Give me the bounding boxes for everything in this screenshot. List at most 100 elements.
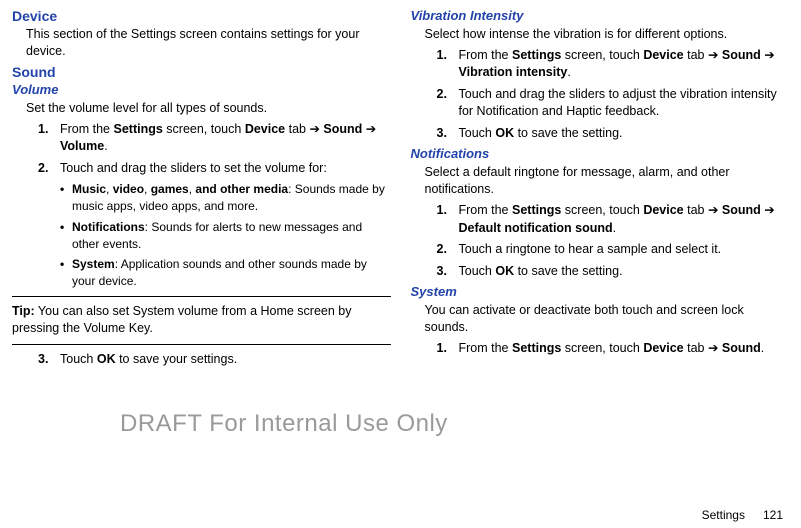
text: . [761, 341, 764, 355]
step-content: Touch OK to save the setting. [459, 125, 790, 143]
notif-step-3: 3. Touch OK to save the setting. [437, 263, 790, 281]
page-container: Device This section of the Settings scre… [12, 8, 789, 372]
divider [12, 296, 391, 297]
text: : Application sounds and other sounds ma… [72, 257, 367, 288]
bold: and other media [195, 182, 288, 196]
text: . [613, 221, 616, 235]
tip-label: Tip: [12, 304, 35, 318]
step-content: From the Settings screen, touch Device t… [60, 121, 391, 156]
step-content: Touch and drag the sliders to set the vo… [60, 160, 391, 178]
device-description: This section of the Settings screen cont… [26, 26, 391, 60]
bold-sound: Sound [718, 341, 760, 355]
step-content: Touch OK to save your settings. [60, 351, 391, 369]
bold: Notifications [72, 220, 145, 234]
text: screen, touch [163, 122, 245, 136]
bullet-system: • System: Application sounds and other s… [60, 256, 391, 290]
text: Touch [459, 264, 496, 278]
text: Touch [459, 126, 496, 140]
step-content: Touch and drag the sliders to adjust the… [459, 86, 790, 121]
text: From the [60, 122, 114, 136]
bold-vibration-intensity: Vibration intensity [459, 65, 568, 79]
step-number: 3. [437, 125, 459, 143]
arrow-icon: ➔ [764, 48, 774, 62]
vibration-step-1: 1. From the Settings screen, touch Devic… [437, 47, 790, 82]
step-content: From the Settings screen, touch Device t… [459, 340, 790, 358]
watermark: DRAFT For Internal Use Only [120, 410, 448, 438]
bullet-notifications: • Notifications: Sounds for alerts to ne… [60, 219, 391, 253]
bullet-music: • Music, video, games, and other media: … [60, 181, 391, 215]
text: screen, touch [561, 48, 643, 62]
bold: games [151, 182, 189, 196]
arrow-icon: ➔ [708, 203, 718, 217]
text: Touch [60, 352, 97, 366]
bold: Music [72, 182, 106, 196]
text: tab [285, 122, 309, 136]
tip-block: Tip: You can also set System volume from… [12, 303, 391, 338]
bold-settings: Settings [512, 48, 561, 62]
bold-volume: Volume [60, 139, 104, 153]
text: screen, touch [561, 203, 643, 217]
heading-device: Device [12, 8, 391, 24]
arrow-icon: ➔ [764, 203, 774, 217]
text: , [106, 182, 113, 196]
bold-sound: Sound [718, 203, 764, 217]
bold-device: Device [643, 48, 683, 62]
system-description: You can activate or deactivate both touc… [425, 302, 790, 336]
arrow-icon: ➔ [309, 122, 319, 136]
bold-default-notification: Default notification sound [459, 221, 613, 235]
notifications-description: Select a default ringtone for message, a… [425, 164, 790, 198]
text: to save your settings. [116, 352, 238, 366]
bold-ok: OK [97, 352, 116, 366]
bold: System [72, 257, 115, 271]
step-number: 1. [437, 340, 459, 358]
text: tab [684, 203, 708, 217]
bold-ok: OK [495, 264, 514, 278]
text: tab [684, 341, 708, 355]
vibration-step-3: 3. Touch OK to save the setting. [437, 125, 790, 143]
system-step-1: 1. From the Settings screen, touch Devic… [437, 340, 790, 358]
heading-sound: Sound [12, 64, 391, 80]
footer-section: Settings [702, 508, 745, 522]
bold-sound: Sound [320, 122, 366, 136]
step-number: 1. [437, 202, 459, 237]
bold: video [113, 182, 144, 196]
bold-device: Device [245, 122, 285, 136]
bold-device: Device [643, 203, 683, 217]
heading-volume: Volume [12, 82, 391, 97]
volume-description: Set the volume level for all types of so… [26, 100, 391, 117]
bold-settings: Settings [114, 122, 163, 136]
bullet-content: Music, video, games, and other media: So… [72, 181, 391, 215]
bold-settings: Settings [512, 203, 561, 217]
step-number: 2. [437, 241, 459, 259]
step-content: From the Settings screen, touch Device t… [459, 47, 790, 82]
bullet-icon: • [60, 256, 72, 290]
volume-step-1: 1. From the Settings screen, touch Devic… [38, 121, 391, 156]
arrow-icon: ➔ [708, 341, 718, 355]
bold-sound: Sound [718, 48, 764, 62]
step-number: 2. [38, 160, 60, 178]
bold-device: Device [643, 341, 683, 355]
arrow-icon: ➔ [708, 48, 718, 62]
step-content: From the Settings screen, touch Device t… [459, 202, 790, 237]
tip-text: You can also set System volume from a Ho… [12, 304, 352, 336]
text: . [567, 65, 570, 79]
bold-ok: OK [495, 126, 514, 140]
text: tab [684, 48, 708, 62]
volume-step-2: 2. Touch and drag the sliders to set the… [38, 160, 391, 178]
footer: Settings121 [702, 508, 783, 522]
text: . [104, 139, 107, 153]
heading-vibration: Vibration Intensity [411, 8, 790, 23]
notif-step-1: 1. From the Settings screen, touch Devic… [437, 202, 790, 237]
text: From the [459, 341, 513, 355]
heading-notifications: Notifications [411, 146, 790, 161]
arrow-icon: ➔ [366, 122, 376, 136]
bullet-content: Notifications: Sounds for alerts to new … [72, 219, 391, 253]
bullet-icon: • [60, 181, 72, 215]
text: , [144, 182, 151, 196]
bullet-icon: • [60, 219, 72, 253]
step-content: Touch a ringtone to hear a sample and se… [459, 241, 790, 259]
text: From the [459, 203, 513, 217]
step-number: 3. [437, 263, 459, 281]
step-number: 2. [437, 86, 459, 121]
right-column: Vibration Intensity Select how intense t… [411, 8, 790, 372]
